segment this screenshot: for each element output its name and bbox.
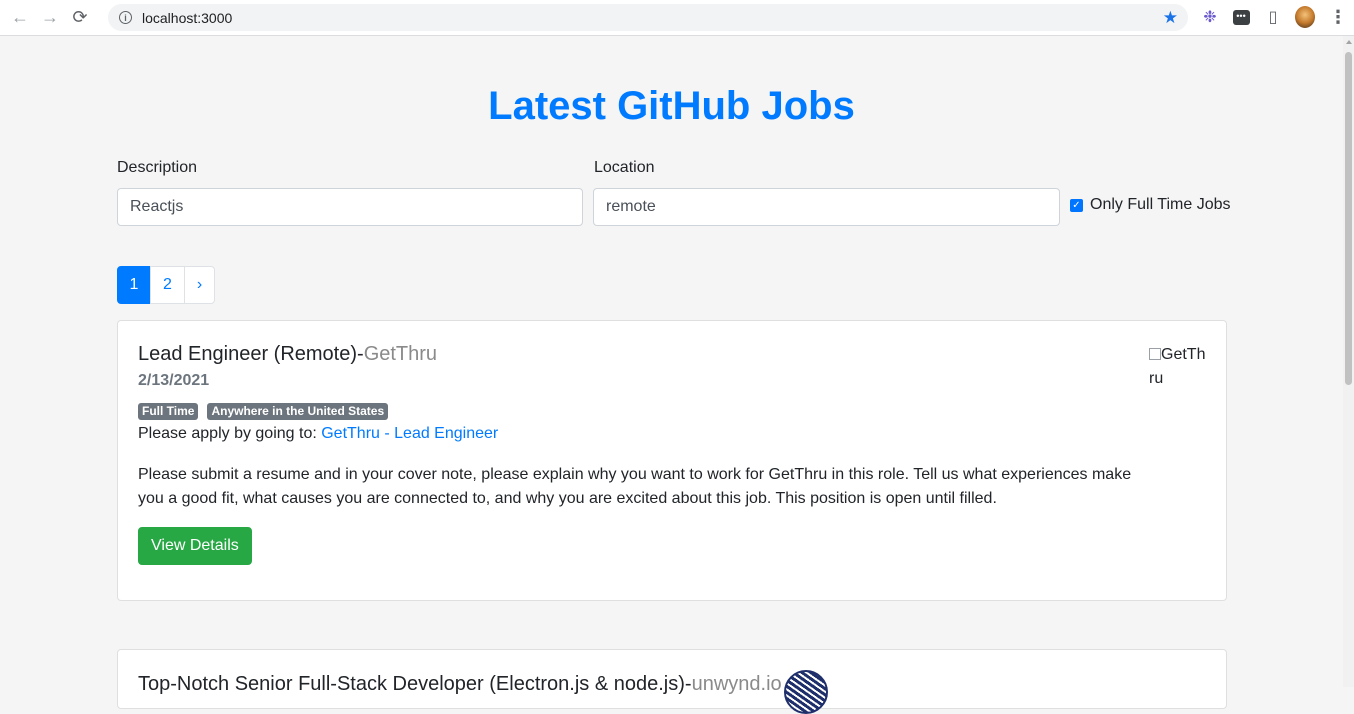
- reload-icon[interactable]: ⟳: [70, 7, 90, 28]
- next-page-button[interactable]: ›: [184, 266, 215, 304]
- company-logo: GetThru: [1149, 343, 1209, 391]
- job-title: Lead Engineer (Remote)-GetThru: [138, 343, 437, 366]
- page-scrollbar[interactable]: [1343, 36, 1354, 687]
- title-separator: -: [684, 673, 692, 695]
- profile-avatar[interactable]: [1295, 6, 1315, 28]
- view-details-button[interactable]: View Details: [138, 527, 252, 565]
- broken-image-icon: [1149, 348, 1161, 360]
- job-title-text: Top-Notch Senior Full-Stack Developer (E…: [138, 673, 685, 695]
- company-name: unwynd.io: [691, 673, 782, 695]
- extension-terminal-icon[interactable]: •••: [1231, 7, 1251, 27]
- job-title-text: Lead Engineer (Remote): [138, 343, 358, 365]
- browser-toolbar: ← → ⟳ i localhost:3000 ★ ❉ ••• ▯ ⋮: [0, 0, 1354, 36]
- full-time-toggle[interactable]: ✓ Only Full Time Jobs: [1070, 196, 1230, 214]
- page-2-button[interactable]: 2: [150, 266, 185, 304]
- back-icon[interactable]: ←: [10, 7, 30, 28]
- company-name: GetThru: [363, 343, 438, 365]
- url-text[interactable]: localhost:3000: [142, 10, 232, 26]
- apply-instructions: Please apply by going to: GetThru - Lead…: [138, 425, 498, 443]
- job-badges: Full Time Anywhere in the United States: [138, 403, 397, 420]
- badge-location: Anywhere in the United States: [207, 403, 389, 420]
- scroll-up-icon[interactable]: [1346, 40, 1352, 44]
- job-description: Please submit a resume and in your cover…: [138, 466, 1132, 507]
- extension-gear-icon[interactable]: ❉: [1200, 7, 1220, 27]
- page-title: Latest GitHub Jobs: [488, 84, 855, 128]
- star-icon[interactable]: ★: [1163, 8, 1178, 28]
- location-input[interactable]: [593, 188, 1060, 226]
- job-card: Lead Engineer (Remote)-GetThru 2/13/2021…: [117, 320, 1227, 601]
- page-1-button[interactable]: 1: [117, 266, 151, 304]
- job-date: 2/13/2021: [138, 372, 210, 389]
- forward-icon[interactable]: →: [40, 7, 60, 28]
- scroll-thumb[interactable]: [1345, 52, 1352, 385]
- company-logo: [783, 670, 828, 714]
- puzzle-icon[interactable]: ▯: [1263, 7, 1283, 27]
- pagination: 1 2 ›: [117, 266, 215, 304]
- address-bar[interactable]: i localhost:3000 ★: [108, 4, 1188, 31]
- info-icon[interactable]: i: [119, 11, 132, 24]
- apply-link[interactable]: GetThru - Lead Engineer: [321, 425, 498, 442]
- job-card: Top-Notch Senior Full-Stack Developer (E…: [117, 649, 1227, 714]
- description-label: Description: [117, 159, 198, 176]
- menu-icon[interactable]: ⋮: [1328, 7, 1348, 27]
- badge-type: Full Time: [138, 403, 199, 420]
- apply-prefix: Please apply by going to:: [138, 425, 322, 442]
- job-title: Top-Notch Senior Full-Stack Developer (E…: [138, 670, 828, 714]
- full-time-label[interactable]: Only Full Time Jobs: [1090, 196, 1230, 214]
- title-separator: -: [357, 343, 364, 365]
- description-input[interactable]: [117, 188, 583, 226]
- full-time-checkbox[interactable]: ✓: [1070, 198, 1083, 212]
- location-label: Location: [594, 159, 655, 176]
